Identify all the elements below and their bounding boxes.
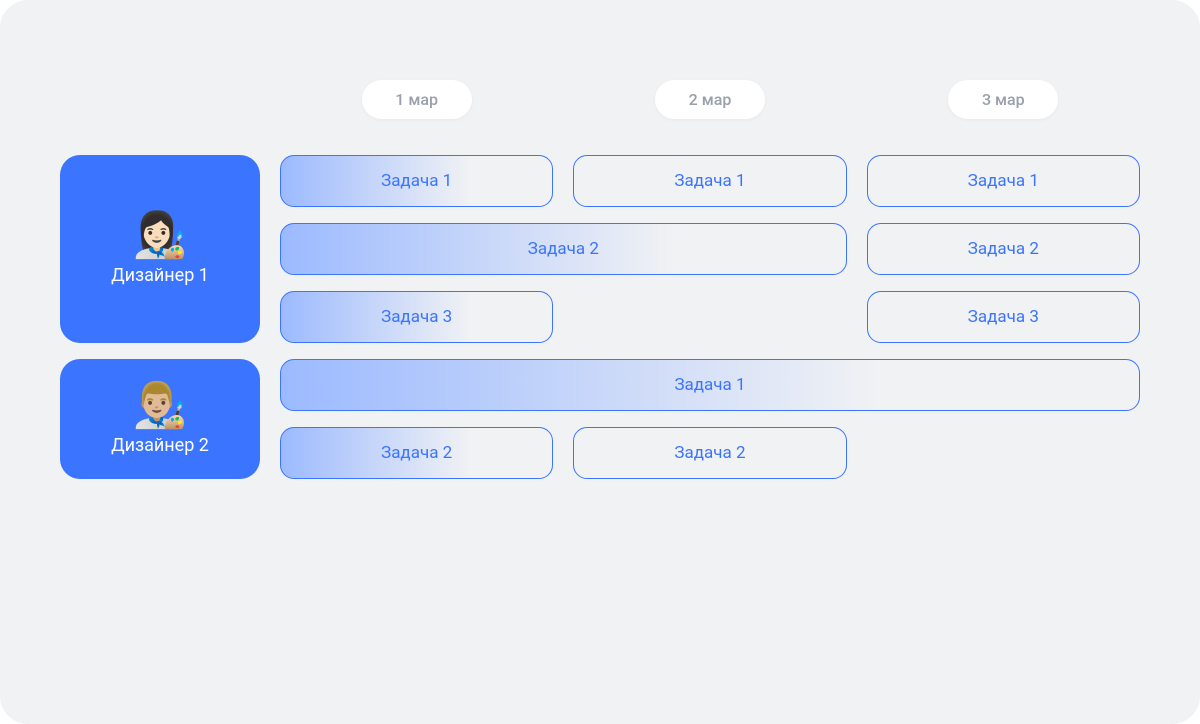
task-bar[interactable]: Задача 2	[280, 427, 553, 479]
designer-card-1: 👩🏻‍🎨 Дизайнер 1	[60, 155, 260, 343]
date-pill: 3 мар	[948, 80, 1058, 119]
task-bar[interactable]: Задача 1	[573, 155, 846, 207]
task-bar[interactable]: Задача 1	[280, 155, 553, 207]
date-pill: 1 мар	[362, 80, 472, 119]
artist-emoji-icon: 👩🏻‍🎨	[133, 213, 188, 257]
header-spacer	[60, 80, 260, 139]
designer-name: Дизайнер 1	[111, 265, 209, 286]
task-bar[interactable]: Задача 2	[867, 223, 1140, 275]
date-header-1: 1 мар	[280, 80, 553, 139]
tasks-designer-1: Задача 1 Задача 1 Задача 1 Задача 2 Зада…	[280, 155, 1140, 343]
designer-name: Дизайнер 2	[111, 435, 209, 456]
date-header-2: 2 мар	[573, 80, 846, 139]
task-bar[interactable]: Задача 2	[573, 427, 846, 479]
schedule-canvas: 1 мар 2 мар 3 мар 👩🏻‍🎨 Дизайнер 1 Задача…	[0, 0, 1200, 724]
task-bar[interactable]: Задача 1	[867, 155, 1140, 207]
task-bar[interactable]: Задача 2	[280, 223, 847, 275]
date-header-3: 3 мар	[867, 80, 1140, 139]
tasks-designer-2: Задача 1 Задача 2 Задача 2	[280, 359, 1140, 479]
schedule-grid: 1 мар 2 мар 3 мар 👩🏻‍🎨 Дизайнер 1 Задача…	[60, 80, 1140, 479]
task-bar[interactable]: Задача 3	[867, 291, 1140, 343]
date-pill: 2 мар	[655, 80, 765, 119]
designer-card-2: 👨🏼‍🎨 Дизайнер 2	[60, 359, 260, 479]
artist-emoji-icon: 👨🏼‍🎨	[133, 383, 188, 427]
task-bar[interactable]: Задача 1	[280, 359, 1140, 411]
task-bar[interactable]: Задача 3	[280, 291, 553, 343]
